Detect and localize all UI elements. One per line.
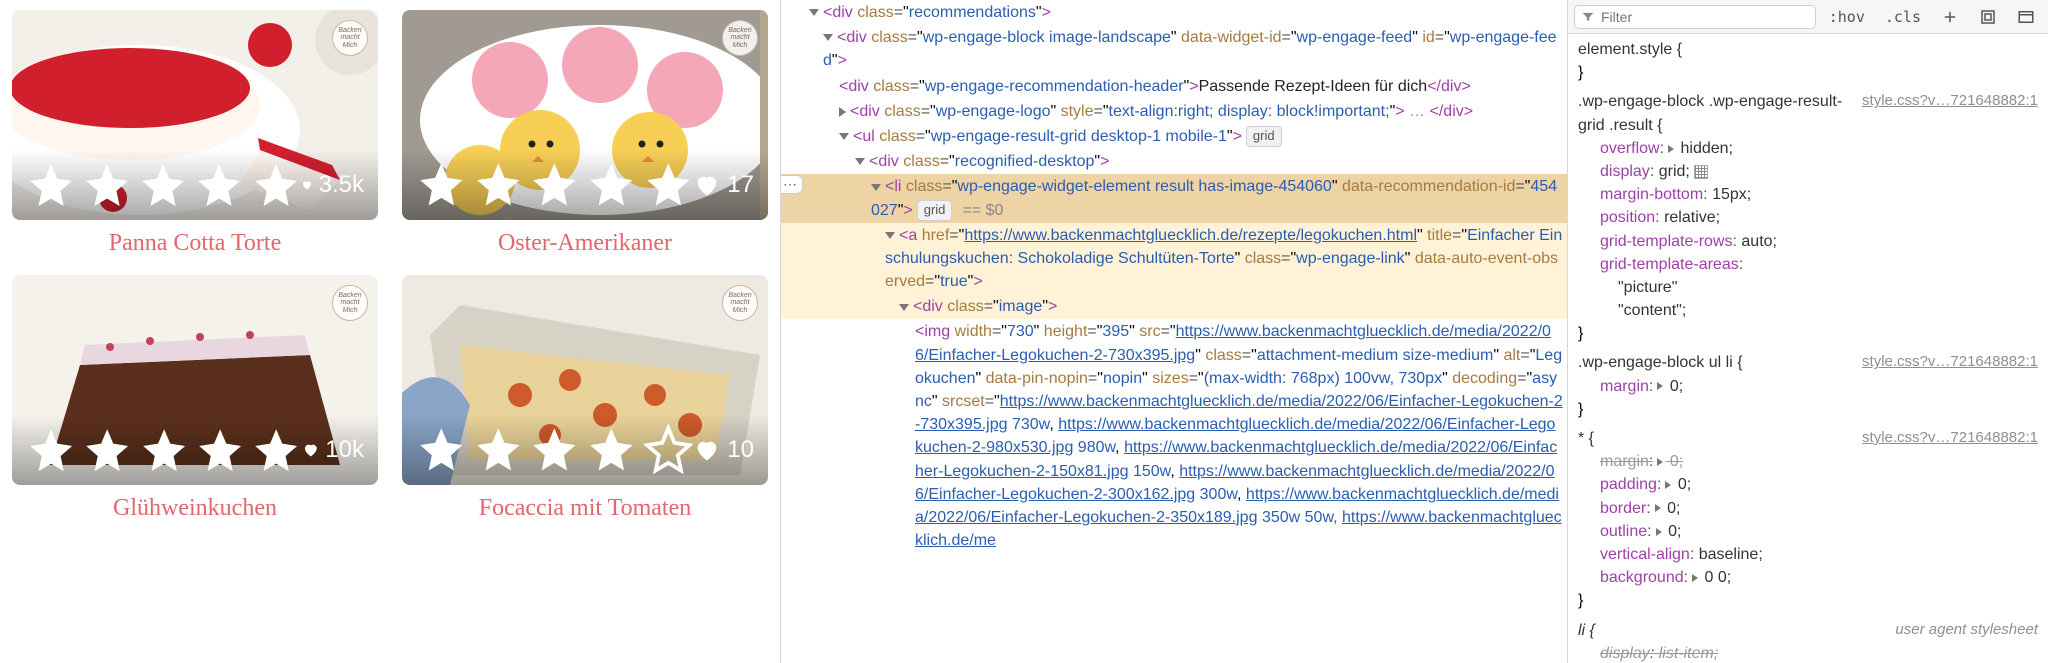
dom-node-selected[interactable]: ⋯ <li class="wp-engage-widget-element re… bbox=[781, 174, 1567, 222]
css-property[interactable]: display: grid; bbox=[1578, 160, 2038, 183]
styles-filter-input[interactable] bbox=[1601, 9, 1809, 25]
css-rule[interactable]: style.css?v…721648882:1 .wp-engage-block… bbox=[1578, 351, 2038, 374]
css-rule[interactable]: element.style { bbox=[1578, 38, 2038, 61]
heart-icon bbox=[693, 171, 721, 199]
brand-badge: Backen macht Mich bbox=[722, 20, 758, 56]
likes: 10 bbox=[693, 436, 754, 464]
elements-panel[interactable]: <div class="recommendations"> <div class… bbox=[780, 0, 1568, 663]
dom-node[interactable]: <div class="wp-engage-logo" style="text-… bbox=[781, 99, 1567, 124]
css-property[interactable]: display: list-item; bbox=[1578, 642, 2038, 663]
recipe-title[interactable]: Glühweinkuchen bbox=[12, 495, 378, 522]
css-property[interactable]: background: 0 0; bbox=[1578, 566, 2038, 589]
css-rule[interactable]: user agent stylesheet li { bbox=[1578, 619, 2038, 642]
heart-icon bbox=[301, 179, 313, 191]
styles-toolbar: :hov .cls bbox=[1568, 0, 2048, 34]
card-overlay: 3.5k bbox=[12, 150, 378, 220]
source-link[interactable]: style.css?v…721648882:1 bbox=[1862, 90, 2038, 112]
recipe-title[interactable]: Focaccia mit Tomaten bbox=[402, 495, 768, 522]
recipe-card[interactable]: Backen macht Mich 3.5k Panna Cotta Torte bbox=[12, 10, 378, 257]
likes: 17 bbox=[693, 171, 754, 199]
recipe-card[interactable]: Backen macht Mich 17 Oster-Amerikaner bbox=[402, 10, 768, 257]
brand-badge: Backen macht Mich bbox=[722, 285, 758, 321]
recipe-card[interactable]: Backen macht Mich 10k Glühweinkuchen bbox=[12, 275, 378, 522]
rating-stars bbox=[26, 425, 302, 475]
dom-node[interactable]: <div class="wp-engage-block image-landsc… bbox=[781, 25, 1567, 73]
css-property[interactable]: grid-template-rows: auto; bbox=[1578, 230, 2038, 253]
filter-box[interactable] bbox=[1574, 5, 1816, 29]
css-property[interactable]: padding: 0; bbox=[1578, 473, 2038, 496]
filter-icon bbox=[1581, 10, 1595, 24]
likes: 3.5k bbox=[301, 171, 364, 199]
source-link[interactable]: style.css?v…721648882:1 bbox=[1862, 427, 2038, 449]
recipe-image[interactable]: Backen macht Mich 3.5k bbox=[12, 10, 378, 220]
css-property[interactable]: margin: 0; bbox=[1578, 450, 2038, 473]
recipe-image[interactable]: Backen macht Mich 10k bbox=[12, 275, 378, 485]
recipe-title[interactable]: Panna Cotta Torte bbox=[12, 230, 378, 257]
css-property[interactable]: outline: 0; bbox=[1578, 520, 2038, 543]
new-rule-button[interactable] bbox=[1934, 5, 1966, 29]
css-property[interactable]: margin: 0; bbox=[1578, 375, 2038, 398]
css-property[interactable]: overflow: hidden; bbox=[1578, 137, 2038, 160]
brand-badge: Backen macht Mich bbox=[332, 20, 368, 56]
recipe-card[interactable]: Backen macht Mich 10 Focaccia mit Tomate… bbox=[402, 275, 768, 522]
brand-badge: Backen macht Mich bbox=[332, 285, 368, 321]
dom-node[interactable]: <div class="recommendations"> bbox=[781, 0, 1567, 25]
card-overlay: 17 bbox=[402, 149, 768, 220]
heart-icon bbox=[302, 441, 320, 459]
computed-layout-button[interactable] bbox=[1972, 5, 2004, 29]
dom-node[interactable]: <ul class="wp-engage-result-grid desktop… bbox=[781, 124, 1567, 149]
more-actions-button[interactable]: ⋯ bbox=[780, 175, 803, 194]
rating-stars bbox=[26, 160, 301, 210]
recipe-image[interactable]: Backen macht Mich 10 bbox=[402, 275, 768, 485]
recipe-title[interactable]: Oster-Amerikaner bbox=[402, 230, 768, 257]
rating-stars bbox=[416, 159, 693, 210]
recipe-image[interactable]: Backen macht Mich 17 bbox=[402, 10, 768, 220]
source-link[interactable]: style.css?v…721648882:1 bbox=[1862, 351, 2038, 373]
source-link: user agent stylesheet bbox=[1895, 619, 2038, 641]
dom-node[interactable]: <div class="image"> bbox=[781, 294, 1567, 319]
css-property[interactable]: position: relative; bbox=[1578, 206, 2038, 229]
page-content: Backen macht Mich 3.5k Panna Cotta Torte bbox=[0, 0, 780, 663]
css-property[interactable]: border: 0; bbox=[1578, 497, 2038, 520]
likes: 10k bbox=[302, 436, 364, 464]
css-property[interactable]: margin-bottom: 15px; bbox=[1578, 183, 2038, 206]
hov-toggle[interactable]: :hov bbox=[1822, 5, 1872, 29]
card-overlay: 10k bbox=[12, 415, 378, 485]
css-property[interactable]: grid-template-areas: bbox=[1578, 253, 2038, 276]
dom-node[interactable]: <div class="recognified-desktop"> bbox=[781, 149, 1567, 174]
dom-node[interactable]: <a href="https://www.backenmachtglueckli… bbox=[781, 223, 1567, 295]
css-rule[interactable]: style.css?v…721648882:1 .wp-engage-block… bbox=[1578, 90, 2038, 136]
css-property[interactable]: vertical-align: baseline; bbox=[1578, 543, 2038, 566]
dom-node[interactable]: <div class="wp-engage-recommendation-hea… bbox=[781, 74, 1567, 99]
rating-stars bbox=[416, 424, 693, 475]
styles-panel[interactable]: :hov .cls element.style { } style.css?v…… bbox=[1568, 0, 2048, 663]
cls-toggle[interactable]: .cls bbox=[1878, 5, 1928, 29]
heart-icon bbox=[693, 436, 721, 464]
dom-node[interactable]: <img width="730" height="395" src="https… bbox=[781, 319, 1567, 553]
card-overlay: 10 bbox=[402, 414, 768, 485]
more-icon[interactable] bbox=[2010, 5, 2042, 29]
css-rule[interactable]: style.css?v…721648882:1 * { bbox=[1578, 427, 2038, 450]
